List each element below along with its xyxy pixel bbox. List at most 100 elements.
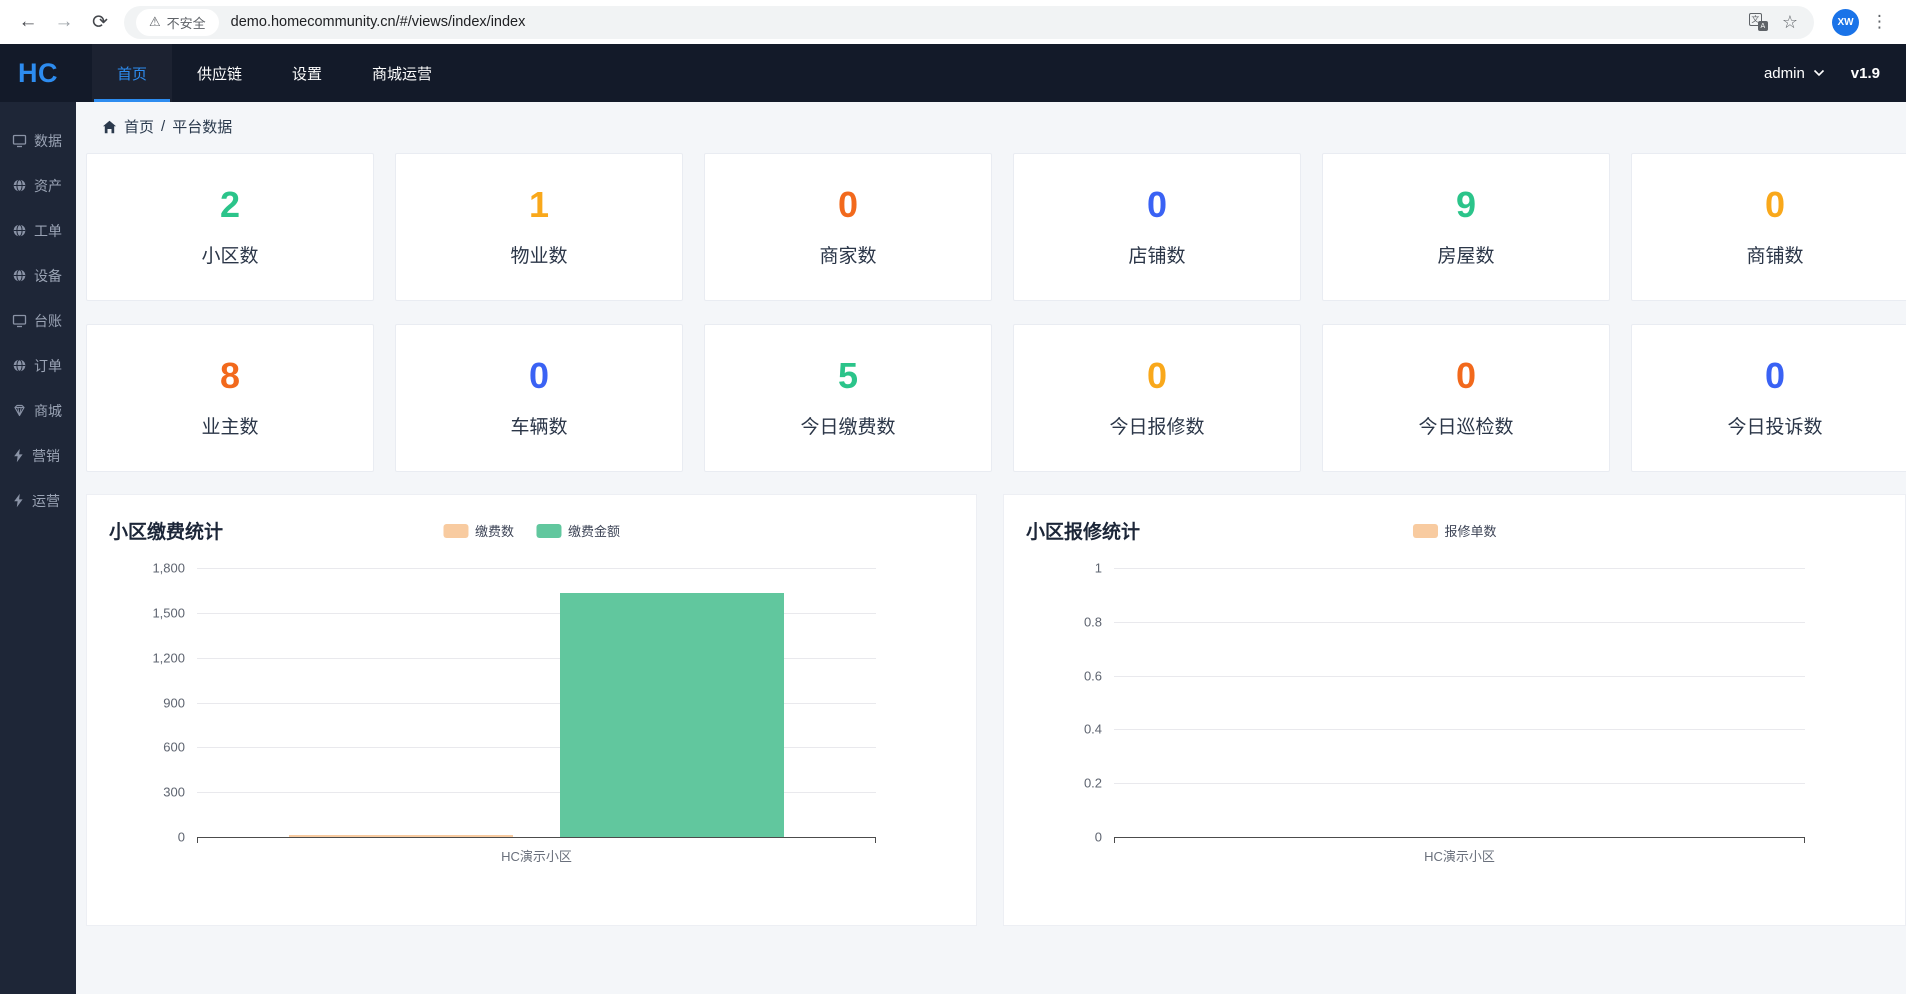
tab-settings[interactable]: 设置 <box>267 44 347 102</box>
bar-缴费数 <box>289 835 513 837</box>
chevron-down-icon <box>1813 69 1825 77</box>
y-axis-tick-label: 1,200 <box>152 650 185 665</box>
chart-legend: 报修单数 <box>1413 521 1497 540</box>
stat-card-storefronts: 0 商铺数 <box>1631 153 1906 301</box>
stat-value: 8 <box>220 358 240 394</box>
stat-card-owners: 8 业主数 <box>86 324 374 472</box>
stat-label: 今日缴费数 <box>800 412 895 439</box>
y-axis-tick-label: 1,800 <box>152 561 185 576</box>
gem-icon <box>12 403 27 418</box>
legend-item-payment-count[interactable]: 缴费数 <box>443 521 514 540</box>
stat-value: 0 <box>529 358 549 394</box>
sidebar-item-ledger[interactable]: 台账 <box>0 298 76 343</box>
browser-avatar[interactable]: XW <box>1832 9 1859 36</box>
legend-item-repair-count[interactable]: 报修单数 <box>1413 521 1497 540</box>
sidebar-item-marketing[interactable]: 营销 <box>0 433 76 478</box>
stat-value: 5 <box>838 358 858 394</box>
stat-cards-grid: 2 小区数 1 物业数 0 商家数 0 店铺数 9 房屋数 0 商铺数 <box>86 153 1906 472</box>
globe-icon <box>12 358 27 373</box>
chart-legend: 缴费数 缴费金额 <box>443 521 620 540</box>
forward-icon[interactable]: → <box>46 4 82 40</box>
y-axis-tick-label: 0.6 <box>1084 668 1102 683</box>
stat-card-properties: 1 物业数 <box>395 153 683 301</box>
legend-swatch <box>1413 524 1438 538</box>
browser-menu-icon[interactable]: ⋮ <box>1863 12 1896 32</box>
home-icon <box>102 120 117 134</box>
breadcrumb-page: 平台数据 <box>172 116 232 137</box>
stat-value: 0 <box>1456 358 1476 394</box>
breadcrumb-separator: / <box>161 118 165 135</box>
payment-bar-chart: HC演示小区 1,8001,5001,2009006003000 <box>197 568 876 838</box>
top-nav: 首页 供应链 设置 商城运营 <box>92 44 457 102</box>
browser-toolbar: ← → ⟳ ⚠ 不安全 demo.homecommunity.cn/#/view… <box>0 0 1906 44</box>
stat-label: 商铺数 <box>1746 241 1803 268</box>
back-icon[interactable]: ← <box>10 4 46 40</box>
tab-mall-operation[interactable]: 商城运营 <box>347 44 457 102</box>
y-axis-tick-label: 0 <box>178 830 185 845</box>
refresh-icon[interactable]: ⟳ <box>82 4 118 40</box>
sidebar-item-operations[interactable]: 运营 <box>0 478 76 523</box>
stat-label: 小区数 <box>201 241 258 268</box>
x-axis-category-label: HC演示小区 <box>197 846 876 865</box>
tab-home[interactable]: 首页 <box>92 44 172 102</box>
app-header: HC 首页 供应链 设置 商城运营 admin v1.9 <box>0 44 1906 102</box>
stat-card-vehicles: 0 车辆数 <box>395 324 683 472</box>
address-bar[interactable]: ⚠ 不安全 demo.homecommunity.cn/#/views/inde… <box>124 6 1814 39</box>
x-axis-category-label: HC演示小区 <box>1114 846 1805 865</box>
translate-icon[interactable]: 文A <box>1749 13 1768 31</box>
security-chip[interactable]: ⚠ 不安全 <box>136 9 219 36</box>
sidebar-item-devices[interactable]: 设备 <box>0 253 76 298</box>
stat-card-today-complaints: 0 今日投诉数 <box>1631 324 1906 472</box>
legend-label: 报修单数 <box>1445 521 1497 540</box>
stat-value: 0 <box>1765 187 1785 223</box>
charts-row: 小区缴费统计 缴费数 缴费金额 HC演示小区 1,8001,5001,20090… <box>86 494 1906 926</box>
sidebar-item-orders[interactable]: 订单 <box>0 343 76 388</box>
sidebar-item-data[interactable]: 数据 <box>0 118 76 163</box>
stat-label: 今日报修数 <box>1109 412 1204 439</box>
y-axis-tick-label: 900 <box>163 695 185 710</box>
sidebar-item-work-orders[interactable]: 工单 <box>0 208 76 253</box>
stat-card-communities: 2 小区数 <box>86 153 374 301</box>
bookmark-star-icon[interactable]: ☆ <box>1782 13 1798 31</box>
stat-label: 今日投诉数 <box>1727 412 1822 439</box>
stat-label: 房屋数 <box>1437 241 1494 268</box>
globe-icon <box>12 223 27 238</box>
repair-bar-chart: HC演示小区 10.80.60.40.20 <box>1114 568 1805 838</box>
legend-label: 缴费金额 <box>568 521 620 540</box>
username: admin <box>1764 65 1805 82</box>
chart-title: 小区缴费统计 <box>109 517 223 544</box>
chart-title: 小区报修统计 <box>1026 517 1140 544</box>
monitor-icon <box>12 313 27 328</box>
monitor-icon <box>12 133 27 148</box>
main-content: 首页 / 平台数据 2 小区数 1 物业数 0 商家数 0 店铺数 9 <box>76 102 1906 994</box>
stat-card-shops: 0 店铺数 <box>1013 153 1301 301</box>
warning-icon: ⚠ <box>149 14 161 30</box>
stat-value: 2 <box>220 187 240 223</box>
breadcrumb-home[interactable]: 首页 <box>124 116 154 137</box>
app-logo[interactable]: HC <box>0 44 76 102</box>
sidebar: 数据 资产 工单 设备 台账 订单 商城 营销 <box>0 102 76 994</box>
stat-value: 0 <box>1765 358 1785 394</box>
legend-swatch <box>536 524 561 538</box>
stat-value: 9 <box>1456 187 1476 223</box>
y-axis-tick-label: 1,500 <box>152 605 185 620</box>
stat-label: 今日巡检数 <box>1418 412 1513 439</box>
y-axis-tick-label: 0.4 <box>1084 722 1102 737</box>
stat-card-today-payments: 5 今日缴费数 <box>704 324 992 472</box>
y-axis-tick-label: 600 <box>163 740 185 755</box>
stat-value: 0 <box>1147 187 1167 223</box>
y-axis-tick-label: 0.8 <box>1084 614 1102 629</box>
stat-label: 店铺数 <box>1128 241 1185 268</box>
user-dropdown[interactable]: admin <box>1764 65 1825 82</box>
legend-label: 缴费数 <box>475 521 514 540</box>
stat-value: 1 <box>529 187 549 223</box>
sidebar-item-mall[interactable]: 商城 <box>0 388 76 433</box>
sidebar-item-assets[interactable]: 资产 <box>0 163 76 208</box>
legend-item-payment-amount[interactable]: 缴费金额 <box>536 521 620 540</box>
y-axis-tick-label: 0.2 <box>1084 776 1102 791</box>
url-text[interactable]: demo.homecommunity.cn/#/views/index/inde… <box>231 14 1749 30</box>
bolt-icon <box>12 493 25 508</box>
tab-supply-chain[interactable]: 供应链 <box>172 44 267 102</box>
stat-value: 0 <box>1147 358 1167 394</box>
version-label: v1.9 <box>1851 65 1880 82</box>
